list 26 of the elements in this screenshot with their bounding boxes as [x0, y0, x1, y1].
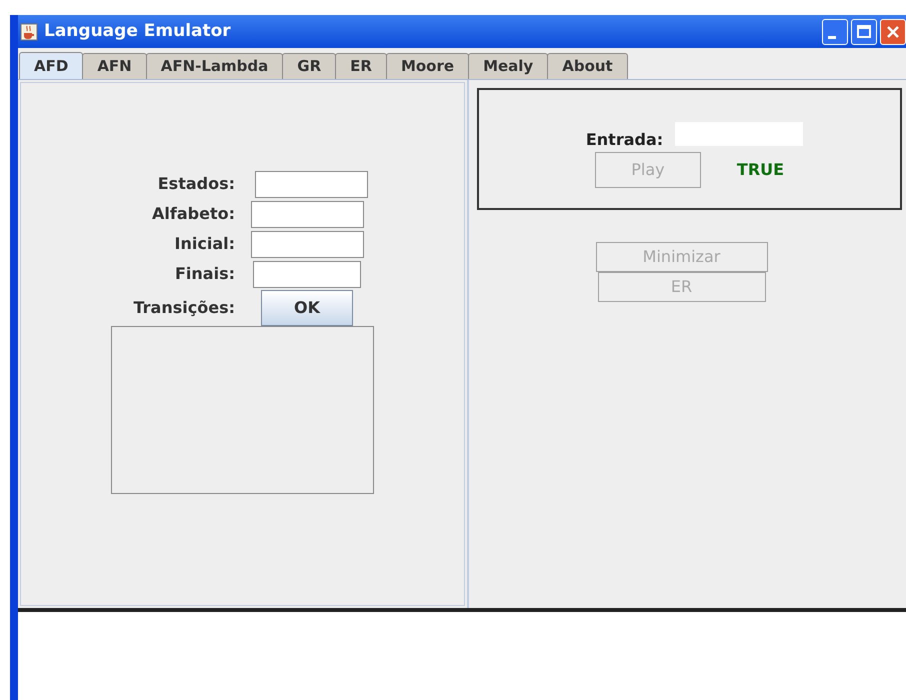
input-field[interactable]: [255, 170, 368, 198]
field-label: Alfabeto:: [151, 203, 236, 225]
input-label: Entrada:: [586, 129, 664, 151]
tab[interactable]: ER: [335, 53, 387, 79]
tab[interactable]: AFN-Lambda: [146, 53, 284, 79]
tab[interactable]: AFN: [82, 53, 147, 79]
field-label: Finais:: [174, 263, 236, 285]
field-label: Estados:: [156, 173, 236, 195]
field-label: Transições:: [132, 297, 236, 319]
tab[interactable]: AFD: [19, 52, 84, 79]
tab[interactable]: Moore: [386, 53, 470, 79]
ok-button[interactable]: OK: [261, 290, 353, 326]
tab[interactable]: Mealy: [468, 53, 548, 79]
input-field[interactable]: [251, 200, 364, 228]
input-field[interactable]: [251, 230, 364, 258]
close-button[interactable]: [880, 18, 906, 44]
input-field[interactable]: [253, 260, 361, 288]
coffee-cup-icon: [20, 22, 38, 40]
tab[interactable]: GR: [282, 53, 336, 79]
window-title: Language Emulator: [44, 20, 231, 43]
field-label: Inicial:: [174, 233, 236, 255]
maximize-button[interactable]: [851, 18, 877, 44]
close-icon: [887, 26, 899, 38]
tab[interactable]: About: [547, 53, 628, 79]
minimize-button[interactable]: [822, 18, 848, 44]
result-text: TRUE: [736, 159, 784, 181]
